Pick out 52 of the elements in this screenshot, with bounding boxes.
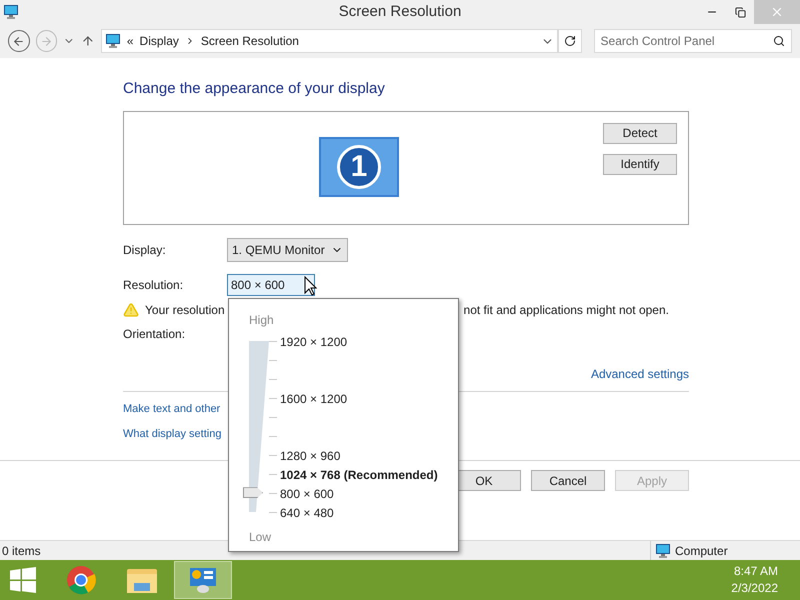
folder-icon[interactable] — [126, 566, 158, 594]
low-label: Low — [249, 529, 272, 546]
warning-text: not fit and applications might not open. — [464, 302, 669, 318]
side-button[interactable]: Identify — [603, 154, 677, 174]
window-title: Screen Resolution — [338, 2, 462, 22]
help-link[interactable]: What display setting — [123, 426, 222, 442]
mouse-cursor — [304, 276, 317, 296]
control-panel-icon — [104, 33, 121, 49]
resolution-option[interactable]: 1024 × 768 (Recommended) — [280, 466, 438, 484]
close-icon — [770, 5, 784, 19]
taskbar-button[interactable] — [174, 561, 232, 599]
dialog-button[interactable]: Cancel — [531, 470, 605, 491]
control-panel-icon — [188, 565, 218, 595]
high-label: High — [249, 312, 274, 329]
start-icon[interactable] — [10, 567, 36, 593]
resolution-label: Resolution: — [123, 276, 184, 294]
slider-wedge-icon — [249, 341, 269, 512]
forward-arrow-icon — [40, 34, 53, 48]
monitor-tile[interactable]: 1 — [319, 136, 399, 196]
resolution-option[interactable]: 640 × 480 — [280, 504, 334, 522]
app-icon — [3, 4, 19, 20]
search-field[interactable]: Search Control Panel — [594, 29, 792, 53]
display-label: Display: — [123, 242, 167, 258]
browser-icon[interactable] — [66, 565, 96, 595]
resolution-option[interactable]: 1600 × 1200 — [280, 390, 348, 408]
search-icon[interactable] — [773, 35, 785, 47]
refresh-button[interactable] — [558, 29, 582, 53]
resolution-option[interactable]: 800 × 600 — [280, 485, 334, 503]
advanced-settings-link[interactable]: Advanced settings — [590, 364, 689, 382]
address-field[interactable]: « Display Screen Resolution — [100, 29, 558, 53]
breadcrumb[interactable]: Screen Resolution — [200, 32, 299, 50]
slider-thumb[interactable] — [243, 487, 263, 498]
location-text: Computer — [675, 542, 728, 560]
item-count: 0 items — [1, 542, 41, 560]
breadcrumb[interactable]: Display — [140, 32, 179, 50]
resolution-option[interactable]: 1280 × 960 — [280, 447, 340, 465]
resolution-option[interactable]: 1920 × 1200 — [280, 333, 348, 351]
display-dropdown[interactable]: 1. QEMU Monitor — [227, 238, 348, 262]
page-heading: Change the appearance of your display — [123, 79, 386, 99]
computer-icon — [655, 542, 671, 558]
orientation-label: Orientation: — [123, 326, 186, 342]
side-button[interactable]: Detect — [603, 122, 677, 144]
back-button[interactable] — [8, 30, 30, 52]
warning-icon — [123, 302, 139, 318]
restore-icon — [734, 6, 746, 18]
back-arrow-icon — [12, 34, 26, 48]
help-link[interactable]: Make text and other — [123, 400, 220, 417]
monitor-number: 1 — [337, 144, 381, 188]
overflow-crumb[interactable]: « — [126, 32, 134, 50]
refresh-icon — [564, 35, 576, 47]
warning-text: Your resolution — [145, 302, 225, 318]
up-icon[interactable] — [81, 34, 95, 48]
